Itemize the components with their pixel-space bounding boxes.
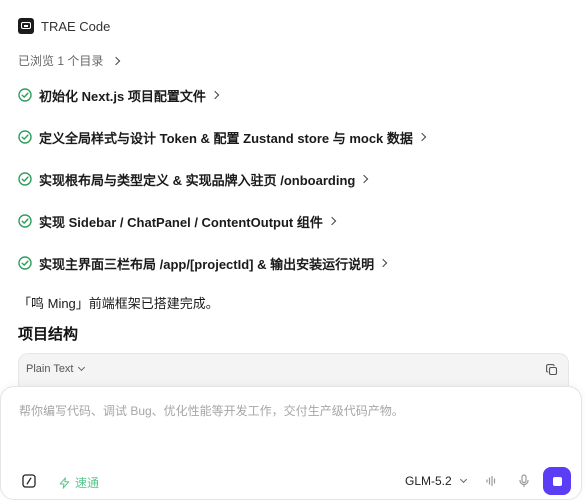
voice-wave-button[interactable] bbox=[483, 473, 499, 489]
check-circle-icon bbox=[18, 214, 32, 228]
task-label: 实现根布局与类型定义 & 实现品牌入驻页 /onboarding bbox=[39, 172, 356, 188]
task-item[interactable]: 初始化 Next.js 项目配置文件 bbox=[18, 84, 220, 106]
task-item[interactable]: 实现根布局与类型定义 & 实现品牌入驻页 /onboarding bbox=[18, 168, 369, 190]
check-circle-icon bbox=[18, 88, 32, 102]
check-circle-icon bbox=[18, 256, 32, 270]
chevron-right-icon bbox=[327, 216, 337, 226]
chat-composer: 速通 GLM-5.2 bbox=[0, 386, 582, 500]
browsed-directories[interactable]: 已浏览 1 个目录 bbox=[18, 52, 121, 69]
check-circle-icon bbox=[18, 130, 32, 144]
task-item[interactable]: 实现 Sidebar / ChatPanel / ContentOutput 组… bbox=[18, 210, 337, 232]
code-language-label: Plain Text bbox=[26, 363, 74, 375]
browsed-label: 已浏览 1 个目录 bbox=[18, 54, 104, 68]
chevron-right-icon bbox=[112, 56, 121, 65]
stop-icon bbox=[552, 476, 562, 486]
completion-message: 「鸣 Ming」前端框架已搭建完成。 bbox=[18, 296, 219, 311]
lightning-icon bbox=[59, 476, 70, 489]
chevron-right-icon bbox=[210, 90, 220, 100]
app-header: TRAE Code bbox=[18, 15, 110, 37]
stop-button[interactable] bbox=[543, 467, 571, 495]
fast-mode-toggle[interactable]: 速通 bbox=[59, 474, 99, 491]
model-selector[interactable]: GLM-5.2 bbox=[405, 474, 467, 488]
voice-wave-icon bbox=[486, 475, 496, 487]
task-item[interactable]: 定义全局样式与设计 Token & 配置 Zustand store 与 moc… bbox=[18, 126, 427, 148]
check-circle-icon bbox=[18, 172, 32, 186]
code-language-select[interactable]: Plain Text bbox=[26, 363, 85, 375]
task-label: 实现主界面三栏布局 /app/[projectId] & 输出安装运行说明 bbox=[39, 256, 375, 272]
chevron-down-icon bbox=[459, 475, 467, 484]
app-title: TRAE Code bbox=[41, 18, 111, 34]
microphone-icon bbox=[519, 474, 529, 488]
section-title: 项目结构 bbox=[18, 326, 79, 343]
task-label: 定义全局样式与设计 Token & 配置 Zustand store 与 moc… bbox=[39, 130, 413, 146]
task-label: 实现 Sidebar / ChatPanel / ContentOutput 组… bbox=[39, 214, 323, 230]
chevron-right-icon bbox=[417, 132, 427, 142]
fast-mode-label: 速通 bbox=[75, 476, 100, 490]
copy-icon[interactable] bbox=[546, 364, 558, 376]
trae-logo-icon bbox=[18, 18, 34, 34]
chevron-right-icon bbox=[360, 174, 369, 184]
task-label: 初始化 Next.js 项目配置文件 bbox=[39, 88, 206, 104]
chevron-right-icon bbox=[378, 258, 388, 268]
chevron-down-icon bbox=[77, 363, 85, 372]
code-block: Plain Text bbox=[18, 353, 569, 387]
task-item[interactable]: 实现主界面三栏布局 /app/[projectId] & 输出安装运行说明 bbox=[18, 252, 388, 274]
terminal-button[interactable] bbox=[21, 473, 37, 489]
model-label: GLM-5.2 bbox=[405, 474, 452, 488]
microphone-button[interactable] bbox=[516, 473, 532, 489]
terminal-icon bbox=[22, 474, 36, 488]
prompt-input[interactable] bbox=[19, 404, 539, 418]
